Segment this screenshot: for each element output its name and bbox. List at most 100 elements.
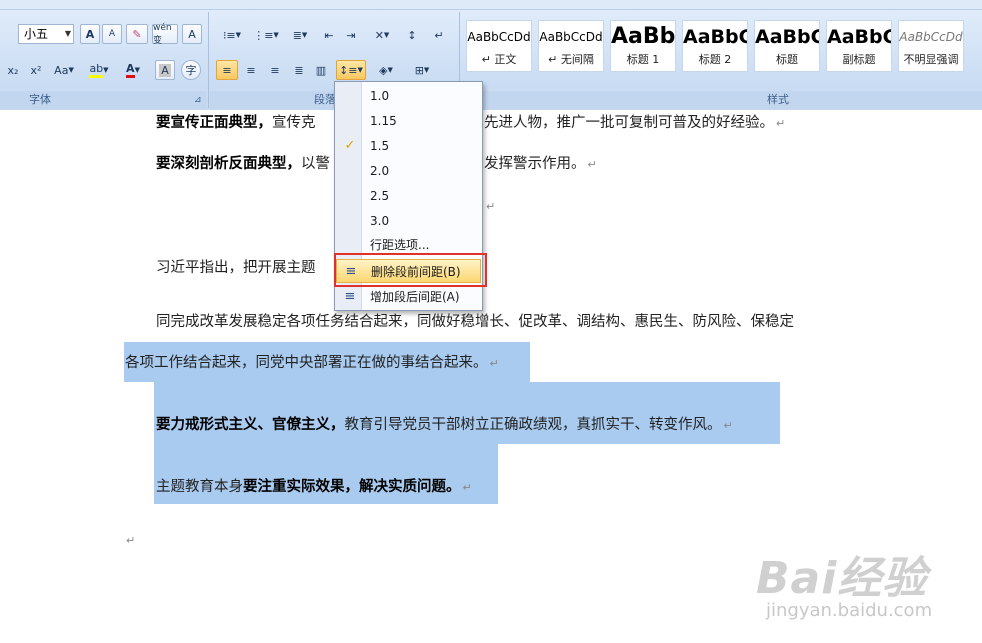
- bullets-button[interactable]: ⁝≡ ▼: [216, 25, 248, 45]
- border-icon: ⊞: [414, 63, 424, 77]
- style-sample: AaBb: [611, 24, 676, 49]
- chinese-layout-button[interactable]: ✕ ▼: [366, 25, 398, 45]
- shrink-font-button[interactable]: A: [102, 24, 122, 44]
- baidu-logo-icon: Bai经验: [756, 553, 928, 604]
- change-case-icon: Aa: [54, 63, 69, 77]
- superscript-icon: x²: [30, 63, 42, 77]
- align-right-button[interactable]: ≡: [264, 60, 286, 80]
- style-heading-2[interactable]: AaBbC 标题 2: [682, 20, 748, 72]
- borders-button[interactable]: ⊞ ▼: [406, 60, 438, 80]
- style-subtitle[interactable]: AaBbC 副标题: [826, 20, 892, 72]
- menu-item-label: 1.15: [370, 114, 397, 128]
- paragraph-mark: ↵: [126, 534, 136, 547]
- style-normal[interactable]: AaBbCcDd ↵ 正文: [466, 20, 532, 72]
- align-left-button[interactable]: ≡: [216, 60, 238, 80]
- line-spacing-icon: ↕≡: [339, 63, 358, 77]
- paragraph-tail: 发挥警示作用。 ↵: [484, 156, 597, 172]
- style-no-spacing[interactable]: AaBbCcDd ↵ 无间隔: [538, 20, 604, 72]
- justify-icon: ≣: [294, 63, 304, 77]
- chinese-layout-icon: ✕: [374, 28, 384, 42]
- sort-button[interactable]: ↕: [401, 25, 423, 45]
- menu-item-label: 2.5: [370, 189, 390, 203]
- grow-font-button[interactable]: A: [80, 24, 100, 44]
- increase-indent-icon: ⇥: [346, 28, 356, 42]
- line-spacing-1-0[interactable]: 1.0: [336, 84, 481, 108]
- enclose-character-button[interactable]: 字: [181, 60, 201, 80]
- multilevel-list-button[interactable]: ≣ ▼: [284, 25, 316, 45]
- style-name: ↵ 正文: [481, 53, 517, 66]
- align-center-icon: ≡: [246, 63, 256, 77]
- style-heading-1[interactable]: AaBb 标题 1: [610, 20, 676, 72]
- font-color-icon: A: [126, 62, 135, 78]
- change-case-button[interactable]: Aa ▼: [50, 60, 78, 80]
- menu-item-label: 2.0: [370, 164, 390, 178]
- paragraph: 主题教育本身要注重实际效果，解决实质问题。 ↵: [156, 479, 472, 495]
- line-spacing-1-5[interactable]: ✓ 1.5: [336, 134, 481, 158]
- align-left-icon: ≡: [222, 63, 232, 77]
- paragraph: 要宣传正面典型，宣传克: [156, 115, 316, 131]
- paragraph: 要深刻剖析反面典型，以警: [156, 156, 330, 172]
- line-spacing-button[interactable]: ↕≡ ▼: [336, 60, 366, 80]
- character-shading-button[interactable]: A: [155, 60, 175, 80]
- line-spacing-1-15[interactable]: 1.15: [336, 109, 481, 133]
- font-group-label: 字体: [29, 93, 51, 106]
- paragraph: 习近平指出，把开展主题: [156, 260, 316, 276]
- style-sample: AaBbC: [683, 26, 748, 48]
- subscript-icon: x₂: [7, 63, 19, 77]
- highlight-button[interactable]: ab ▼: [84, 60, 114, 80]
- paragraph: 同完成改革发展稳定各项任务结合起来，同做好稳增长、促改革、调结构、惠民生、防风险…: [156, 314, 794, 330]
- menu-item-label: 1.0: [370, 89, 390, 103]
- style-sample: AaBbCcDd: [899, 30, 963, 44]
- baidu-watermark: Bai经验 jingyan.baidu.com: [752, 532, 972, 632]
- menu-item-label: 3.0: [370, 214, 390, 228]
- font-color-button[interactable]: A ▼: [118, 60, 148, 80]
- style-name: 不明显强调: [903, 53, 959, 66]
- line-spacing-3-0[interactable]: 3.0: [336, 209, 481, 233]
- distributed-icon: ▥: [315, 63, 327, 77]
- chevron-down-icon: ▼: [64, 29, 71, 38]
- font-size-value: 小五: [24, 27, 49, 41]
- style-sample: AaBbC: [755, 26, 820, 48]
- clear-format-button[interactable]: ✎: [126, 24, 148, 44]
- paragraph: 要力戒形式主义、官僚主义，教育引导党员干部树立正确政绩观，真抓实干、转变作风。 ↵: [156, 417, 733, 433]
- add-space-after-item[interactable]: ≡ 增加段后间距(A): [336, 285, 481, 309]
- subscript-button[interactable]: x₂: [3, 60, 23, 80]
- line-spacing-2-0[interactable]: 2.0: [336, 159, 481, 183]
- character-border-button[interactable]: A: [182, 24, 202, 44]
- paragraph-mark: ↵: [486, 200, 496, 213]
- paragraph: 各项工作结合起来，同党中央部署正在做的事结合起来。 ↵: [125, 355, 499, 371]
- justify-button[interactable]: ≣: [288, 60, 310, 80]
- styles-group-footer: [461, 91, 982, 109]
- styles-group-label: 样式: [767, 93, 789, 106]
- bullet-list-icon: ⁝≡: [222, 28, 236, 42]
- group-separator: [208, 12, 209, 108]
- enclose-icon: 字: [185, 64, 197, 77]
- style-sample: AaBbCcDd: [467, 30, 531, 44]
- style-sample: AaBbCcDd: [539, 30, 603, 44]
- shrink-font-icon: A: [108, 29, 116, 39]
- paint-bucket-icon: ◈: [379, 63, 388, 77]
- line-spacing-2-5[interactable]: 2.5: [336, 184, 481, 208]
- style-name: 标题 1: [626, 53, 660, 66]
- eraser-icon: ✎: [132, 27, 142, 41]
- dialog-launcher-icon[interactable]: ⊿: [194, 95, 202, 105]
- shading-button[interactable]: ◈ ▼: [370, 60, 402, 80]
- decrease-indent-button[interactable]: ⇤: [319, 25, 339, 45]
- char-border-icon: A: [188, 27, 196, 41]
- show-marks-button[interactable]: ↵: [428, 25, 450, 45]
- superscript-button[interactable]: x²: [26, 60, 46, 80]
- font-size-select[interactable]: 小五 ▼: [18, 24, 74, 44]
- style-subtle-emphasis[interactable]: AaBbCcDd 不明显强调: [898, 20, 964, 72]
- grow-font-icon: A: [85, 27, 95, 41]
- space-after-icon: ≡: [344, 289, 356, 304]
- distributed-button[interactable]: ▥: [310, 60, 332, 80]
- style-title[interactable]: AaBbC 标题: [754, 20, 820, 72]
- menu-item-label: 增加段后间距(A): [370, 290, 460, 304]
- phonetic-guide-button[interactable]: wén变: [152, 23, 178, 46]
- numbering-button[interactable]: ⋮≡ ▼: [250, 25, 282, 45]
- shading-icon: A: [159, 63, 171, 77]
- watermark-url: jingyan.baidu.com: [766, 600, 933, 621]
- ribbon-tab-strip: [0, 0, 982, 10]
- increase-indent-button[interactable]: ⇥: [341, 25, 361, 45]
- align-center-button[interactable]: ≡: [240, 60, 262, 80]
